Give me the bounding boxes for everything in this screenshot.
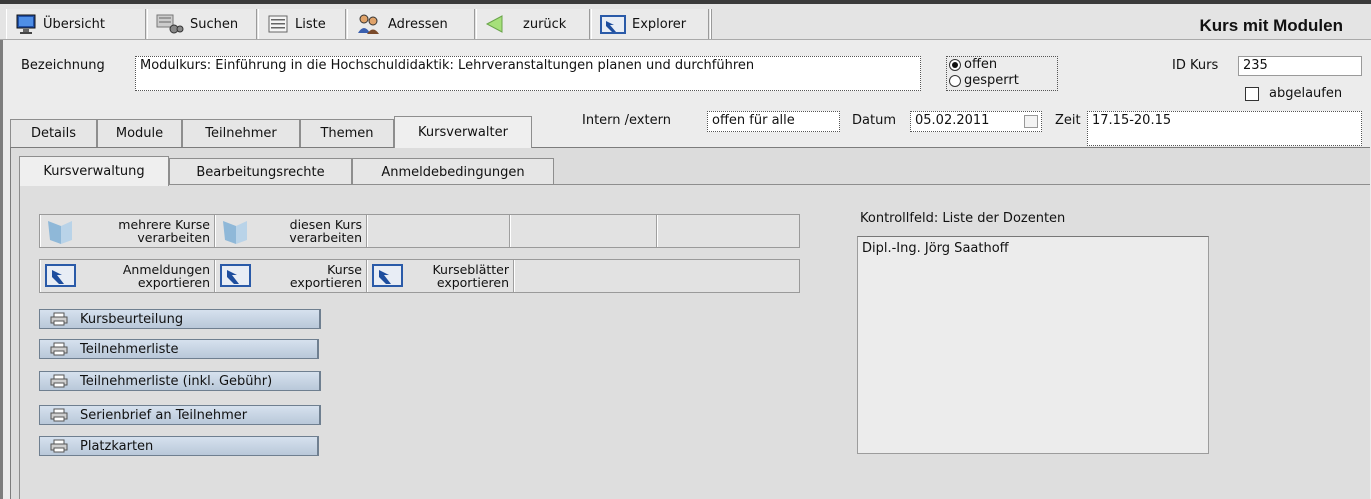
export-icon <box>220 264 251 287</box>
datum-value: 05.02.2011 <box>915 113 990 128</box>
action-row-verarbeiten: mehrere Kurse verarbeiten diesen Kurs vera… <box>39 214 800 248</box>
kurseblaetter-exportieren-button[interactable]: Kurseblätter exportieren <box>367 260 514 292</box>
list-icon <box>268 15 288 33</box>
radio-offen[interactable]: offen <box>949 57 997 72</box>
intern-extern-label: Intern /extern <box>582 113 671 128</box>
explorer-icon <box>600 15 626 34</box>
id-kurs-label: ID Kurs <box>1172 58 1219 73</box>
subtab-kursverwaltung[interactable]: Kursverwaltung <box>19 156 169 186</box>
zurueck-button[interactable]: zurück <box>476 9 590 39</box>
suchen-label: Suchen <box>190 16 239 32</box>
mehrere-kurse-line2: verarbeiten <box>137 230 210 245</box>
window-edge <box>0 40 3 499</box>
uebersicht-label: Übersicht <box>43 16 105 32</box>
liste-label: Liste <box>295 16 326 32</box>
toolbar-separator <box>710 9 712 39</box>
zeit-field[interactable]: 17.15-20.15 <box>1087 111 1362 146</box>
window-title: Kurs mit Modulen <box>1199 16 1343 35</box>
teilnehmerliste-gebuehr-label: Teilnehmerliste (inkl. Gebühr) <box>80 373 273 389</box>
platzkarten-button[interactable]: Platzkarten <box>39 436 319 456</box>
kontrollfeld-label: Kontrollfeld: Liste der Dozenten <box>860 211 1066 226</box>
empty-action-slot <box>657 215 799 247</box>
toolbar: Übersicht Suchen Liste Adressen zurück E… <box>0 0 1371 40</box>
export-icon <box>372 264 403 287</box>
anmeldungen-exportieren-button[interactable]: Anmeldungen exportieren <box>40 260 215 292</box>
radio-offen-label: offen <box>964 57 998 72</box>
tab-kursverwalter[interactable]: Kursverwalter <box>394 116 532 148</box>
empty-action-slot <box>510 215 657 247</box>
folder-icon <box>223 221 247 244</box>
adressen-button[interactable]: Adressen <box>347 9 475 39</box>
kurse-exportieren-button[interactable]: Kurse exportieren <box>215 260 367 292</box>
monitor-icon <box>16 14 36 34</box>
people-icon <box>358 14 379 34</box>
uebersicht-button[interactable]: Übersicht <box>6 9 146 39</box>
explorer-label: Explorer <box>632 16 687 32</box>
abgelaufen-label: abgelaufen <box>1269 86 1343 101</box>
calendar-icon[interactable] <box>1024 115 1038 128</box>
kursbeurteilung-button[interactable]: Kursbeurteilung <box>39 309 321 329</box>
liste-button[interactable]: Liste <box>258 9 346 39</box>
printer-icon <box>50 439 68 453</box>
platzkarten-label: Platzkarten <box>80 438 154 454</box>
radio-gesperrt-label: gesperrt <box>964 73 1019 88</box>
tab-themen[interactable]: Themen <box>300 119 394 147</box>
serienbrief-label: Serienbrief an Teilnehmer <box>80 407 248 423</box>
empty-action-slot <box>514 260 799 292</box>
id-kurs-field[interactable]: 235 <box>1238 56 1362 76</box>
empty-action-slot <box>367 215 510 247</box>
search-icon <box>156 14 184 34</box>
intern-extern-field[interactable]: offen für alle <box>707 111 840 132</box>
tab-details[interactable]: Details <box>10 119 97 147</box>
bezeichnung-label: Bezeichnung <box>21 58 105 73</box>
radio-gesperrt-dot[interactable] <box>949 74 961 87</box>
radio-offen-dot[interactable] <box>949 58 961 71</box>
kurseblaetter-line2: exportieren <box>436 275 509 290</box>
teilnehmerliste-gebuehr-button[interactable]: Teilnehmerliste (inkl. Gebühr) <box>39 371 321 391</box>
abgelaufen-checkbox[interactable] <box>1245 87 1259 101</box>
diesen-kurs-line2: verarbeiten <box>289 230 362 245</box>
teilnehmerliste-button[interactable]: Teilnehmerliste <box>39 339 319 359</box>
bezeichnung-field[interactable]: Modulkurs: Einführung in die Hochschuldi… <box>135 56 921 91</box>
kurse-line2: exportieren <box>289 275 362 290</box>
datum-field[interactable]: 05.02.2011 <box>910 111 1042 132</box>
tab-teilnehmer[interactable]: Teilnehmer <box>182 119 300 147</box>
tab-module[interactable]: Module <box>97 119 182 147</box>
datum-label: Datum <box>852 113 896 128</box>
zeit-label: Zeit <box>1055 113 1081 128</box>
subtab-anmeldebedingungen[interactable]: Anmeldebedingungen <box>352 158 554 186</box>
diesen-kurs-verarbeiten-button[interactable]: diesen Kurs verarbeiten <box>215 215 367 247</box>
back-arrow-icon <box>485 15 503 33</box>
mehrere-kurse-verarbeiten-button[interactable]: mehrere Kurse verarbeiten <box>40 215 215 247</box>
printer-icon <box>50 342 68 356</box>
serienbrief-button[interactable]: Serienbrief an Teilnehmer <box>39 405 321 425</box>
list-item[interactable]: Dipl.-Ing. Jörg Saathoff <box>858 237 1208 260</box>
export-icon <box>45 264 76 287</box>
anmeldungen-line2: exportieren <box>137 275 210 290</box>
printer-icon <box>50 408 68 422</box>
printer-icon <box>50 312 68 326</box>
kursbeurteilung-label: Kursbeurteilung <box>80 311 184 327</box>
adressen-label: Adressen <box>388 16 448 32</box>
subtab-bearbeitungsrechte[interactable]: Bearbeitungsrechte <box>169 158 352 186</box>
radio-gesperrt[interactable]: gesperrt <box>949 73 1019 88</box>
explorer-button[interactable]: Explorer <box>591 9 709 39</box>
printer-icon <box>50 374 68 388</box>
action-row-exportieren: Anmeldungen exportieren Kurse exportieren … <box>39 259 800 293</box>
dozenten-list[interactable]: Dipl.-Ing. Jörg Saathoff <box>857 236 1209 454</box>
zurueck-label: zurück <box>523 16 567 32</box>
teilnehmerliste-label: Teilnehmerliste <box>80 341 179 357</box>
suchen-button[interactable]: Suchen <box>147 9 257 39</box>
folder-icon <box>48 221 72 244</box>
